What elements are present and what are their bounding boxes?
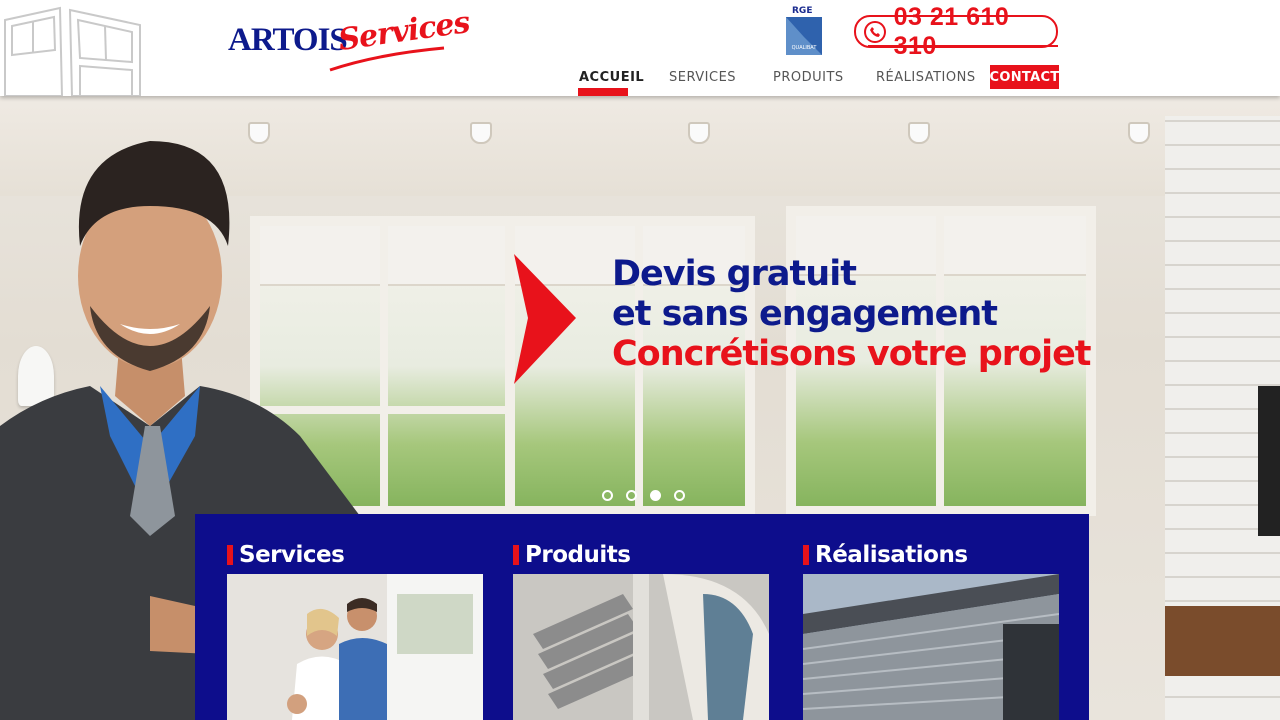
- phone-number: 03 21 610 310: [893, 2, 1010, 60]
- card-image-realisations[interactable]: [803, 574, 1059, 720]
- wooden-shelf: [1165, 606, 1280, 676]
- window-frame: [380, 226, 388, 506]
- site-header: ARTOIS Services RGE QUALIBAT 03 21 610 3…: [0, 0, 1280, 96]
- card-title: Réalisations: [803, 542, 1059, 568]
- hero-line-projet: Concrétisons votre projet: [612, 334, 1092, 374]
- phone-contact[interactable]: 03 21 610 310: [854, 3, 1058, 60]
- slider-dots: [602, 490, 685, 501]
- nav-item-accueil[interactable]: ACCUEIL: [579, 70, 644, 85]
- qualibat-label: QUALIBAT: [791, 45, 817, 51]
- rge-label: RGE: [792, 6, 813, 16]
- nav-contact-button[interactable]: CONTACT: [990, 65, 1059, 89]
- card-image-services[interactable]: [227, 574, 483, 720]
- card-title: Produits: [513, 542, 769, 568]
- hero-line-engagement: et sans engagement: [612, 294, 998, 334]
- ceiling-light: [1128, 122, 1150, 144]
- card-title: Services: [227, 542, 483, 568]
- card-title-bar: [803, 545, 809, 565]
- wall-tv: [1258, 386, 1280, 536]
- slider-dot[interactable]: [626, 490, 637, 501]
- card-services[interactable]: Services: [227, 542, 483, 720]
- card-label-services[interactable]: Services: [239, 542, 345, 568]
- slider-dot[interactable]: [602, 490, 613, 501]
- chevron-right-icon: [514, 254, 576, 384]
- phone-underline: [868, 45, 1058, 47]
- card-produits[interactable]: Produits: [513, 542, 769, 720]
- card-image-produits[interactable]: [513, 574, 769, 720]
- nav-item-realisations[interactable]: RÉALISATIONS: [876, 70, 976, 85]
- hero-headline: Devis gratuit et sans engagement Concrét…: [612, 254, 1092, 374]
- ceiling-light: [908, 122, 930, 144]
- ceiling-light: [470, 122, 492, 144]
- card-label-realisations[interactable]: Réalisations: [815, 542, 968, 568]
- phone-icon: [864, 20, 886, 43]
- rge-qualibat-badge[interactable]: RGE QUALIBAT: [786, 5, 822, 55]
- main-nav: ACCUEIL SERVICES PRODUITS RÉALISATIONS C…: [0, 64, 1280, 96]
- card-realisations[interactable]: Réalisations: [803, 542, 1059, 720]
- slider-dot[interactable]: [674, 490, 685, 501]
- sections-panel: Services Produits Réalisations: [195, 514, 1089, 720]
- nav-item-services[interactable]: SERVICES: [669, 70, 736, 85]
- hero-slider: Devis gratuit et sans engagement Concrét…: [0, 96, 1280, 720]
- card-label-produits[interactable]: Produits: [525, 542, 631, 568]
- nav-active-indicator: [578, 88, 628, 96]
- hero-line-devis: Devis gratuit: [612, 254, 857, 294]
- nav-item-produits[interactable]: PRODUITS: [773, 70, 844, 85]
- slider-dot-active[interactable]: [650, 490, 661, 501]
- ceiling-light: [688, 122, 710, 144]
- card-title-bar: [227, 545, 233, 565]
- card-title-bar: [513, 545, 519, 565]
